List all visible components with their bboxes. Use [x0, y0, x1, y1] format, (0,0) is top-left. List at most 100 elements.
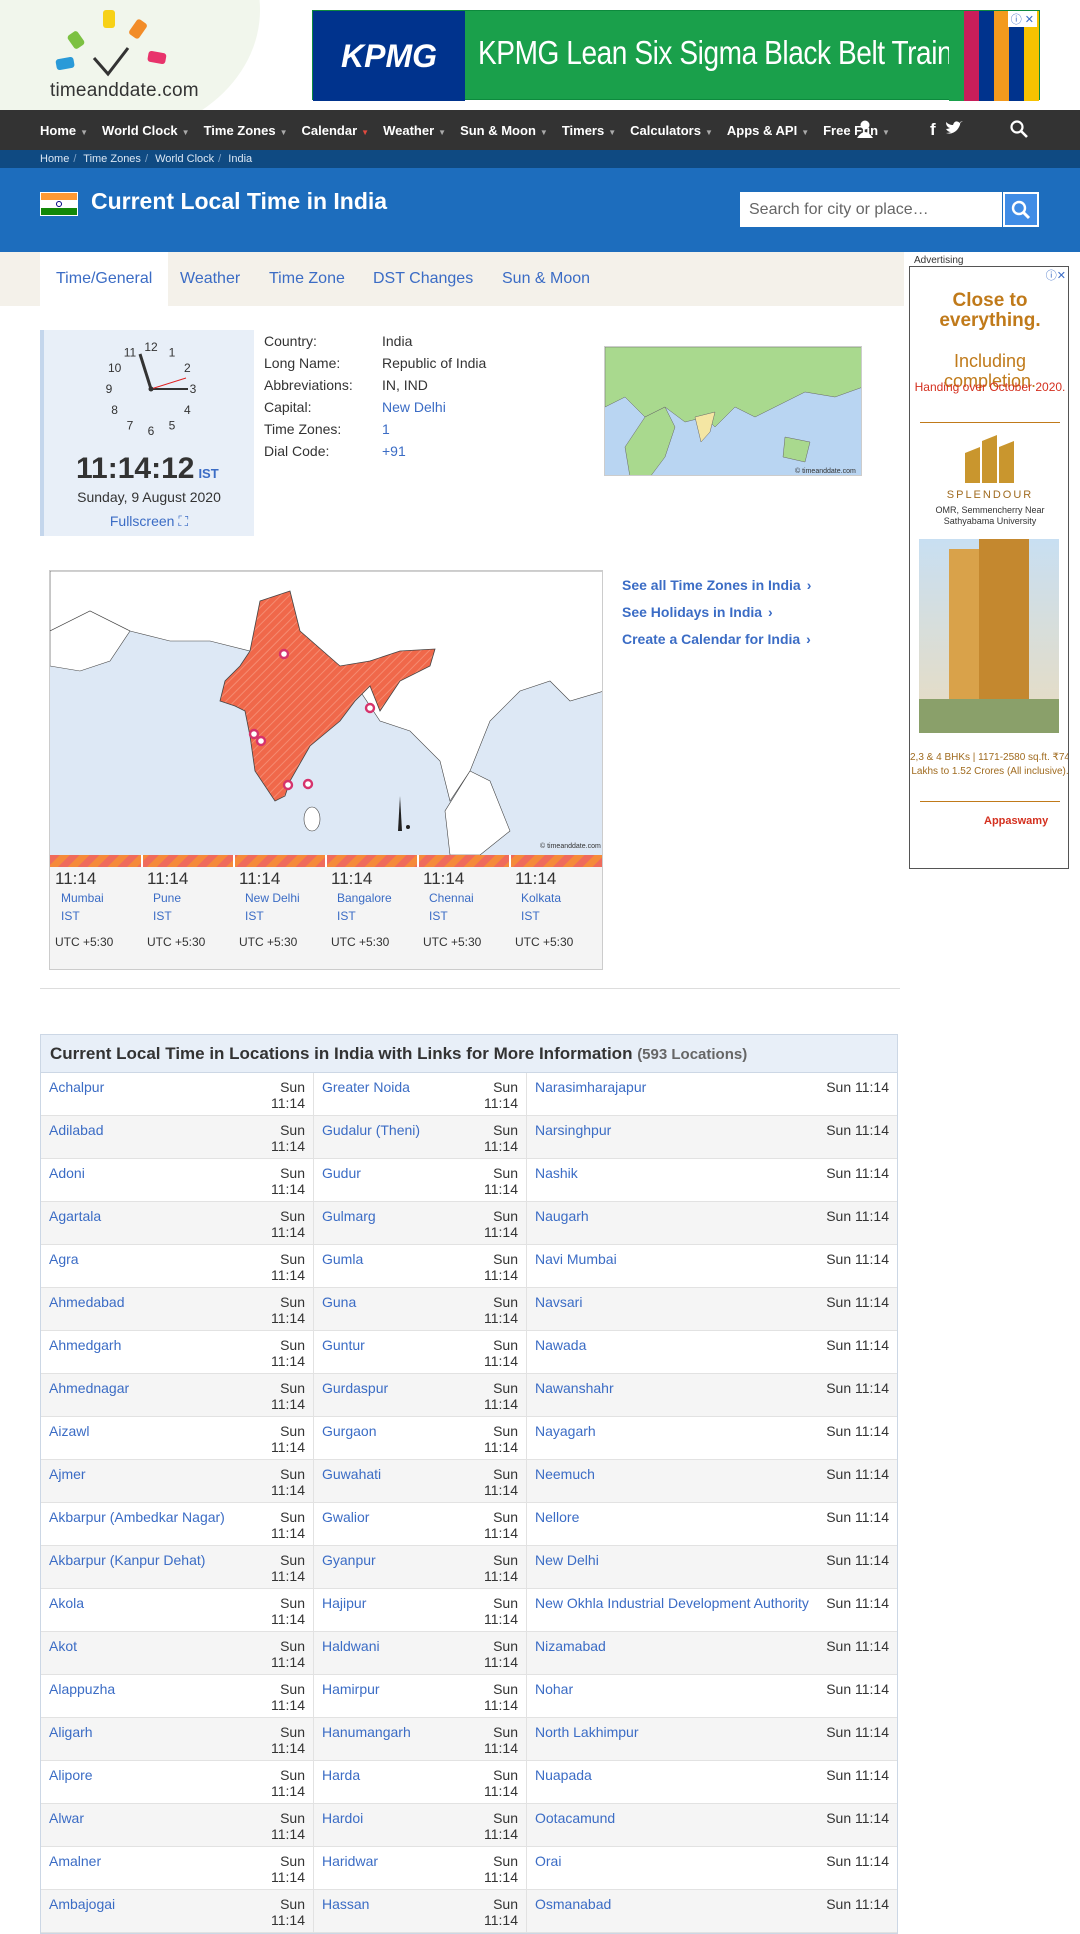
location-link[interactable]: Ahmedgarh	[49, 1337, 265, 1373]
link-all-time-zones[interactable]: See all Time Zones in India ›	[622, 572, 811, 599]
city-tz[interactable]: IST	[61, 907, 147, 925]
fullscreen-link[interactable]: Fullscreen ⛶	[44, 513, 254, 530]
location-link[interactable]: Ootacamund	[535, 1810, 826, 1846]
top-advertisement[interactable]: KPMG KPMG Lean Six Sigma Black Belt Trai…	[312, 10, 1040, 101]
tab-time-general[interactable]: Time/General	[40, 252, 169, 306]
location-link[interactable]: Navsari	[535, 1294, 826, 1330]
ad-choices-icon[interactable]: ⓘ ✕	[1007, 11, 1037, 27]
location-link[interactable]: Adilabad	[49, 1122, 265, 1158]
location-link[interactable]: Ambajogai	[49, 1896, 265, 1932]
location-link[interactable]: Nashik	[535, 1165, 826, 1201]
location-link[interactable]: Gudur	[322, 1165, 478, 1201]
world-map[interactable]: © timeanddate.com	[604, 346, 862, 476]
tab-weather[interactable]: Weather	[180, 252, 240, 306]
location-link[interactable]: Alipore	[49, 1767, 265, 1803]
location-link[interactable]: Akola	[49, 1595, 265, 1631]
location-link[interactable]: Narsinghpur	[535, 1122, 826, 1158]
side-advertisement[interactable]: ⓘ✕ Close to everything. Including comple…	[909, 266, 1069, 869]
location-link[interactable]: New Okhla Industrial Development Authori…	[535, 1595, 826, 1631]
location-link[interactable]: Adoni	[49, 1165, 265, 1201]
location-link[interactable]: Hassan	[322, 1896, 478, 1932]
breadcrumb-time-zones[interactable]: Time Zones	[83, 153, 141, 165]
location-link[interactable]: Guwahati	[322, 1466, 478, 1502]
location-link[interactable]: Alwar	[49, 1810, 265, 1846]
location-link[interactable]: Nellore	[535, 1509, 826, 1545]
city-name-link[interactable]: Bangalore	[337, 889, 423, 907]
india-map[interactable]: © timeanddate.com	[50, 571, 603, 855]
tab-sun-moon[interactable]: Sun & Moon	[502, 252, 590, 306]
location-link[interactable]: Nizamabad	[535, 1638, 826, 1674]
city-name-link[interactable]: Pune	[153, 889, 239, 907]
nav-apps-api[interactable]: Apps & API ▼	[727, 123, 809, 138]
location-link[interactable]: Guna	[322, 1294, 478, 1330]
location-link[interactable]: Hajipur	[322, 1595, 478, 1631]
ad-choices-icon[interactable]: ⓘ✕	[1046, 267, 1066, 283]
location-link[interactable]: Orai	[535, 1853, 826, 1889]
location-link[interactable]: Gumla	[322, 1251, 478, 1287]
search-input[interactable]: Search for city or place…	[740, 192, 1002, 227]
location-link[interactable]: Nuapada	[535, 1767, 826, 1803]
location-link[interactable]: Nayagarh	[535, 1423, 826, 1459]
breadcrumb-home[interactable]: Home	[40, 153, 69, 165]
nav-weather[interactable]: Weather ▼	[383, 123, 446, 138]
location-link[interactable]: Gurdaspur	[322, 1380, 478, 1416]
location-link[interactable]: Narasimharajapur	[535, 1079, 826, 1115]
location-link[interactable]: Naugarh	[535, 1208, 826, 1244]
link-create-calendar[interactable]: Create a Calendar for India ›	[622, 626, 811, 653]
city-tz[interactable]: IST	[429, 907, 515, 925]
location-link[interactable]: Ajmer	[49, 1466, 265, 1502]
tab-dst-changes[interactable]: DST Changes	[373, 252, 473, 306]
city-tz[interactable]: IST	[153, 907, 239, 925]
city-name-link[interactable]: Chennai	[429, 889, 515, 907]
search-icon[interactable]	[1010, 120, 1028, 143]
city-name-link[interactable]: Mumbai	[61, 889, 147, 907]
location-link[interactable]: Nawanshahr	[535, 1380, 826, 1416]
location-link[interactable]: Aizawl	[49, 1423, 265, 1459]
location-link[interactable]: Akot	[49, 1638, 265, 1674]
location-link[interactable]: Hanumangarh	[322, 1724, 478, 1760]
info-value[interactable]: +91	[382, 440, 406, 462]
location-link[interactable]: Gurgaon	[322, 1423, 478, 1459]
tab-time-zone[interactable]: Time Zone	[269, 252, 345, 306]
search-button[interactable]	[1003, 192, 1039, 227]
nav-home[interactable]: Home ▼	[40, 123, 88, 138]
link-holidays[interactable]: See Holidays in India ›	[622, 599, 811, 626]
location-link[interactable]: Gwalior	[322, 1509, 478, 1545]
site-logo[interactable]: timeanddate.com	[48, 10, 238, 102]
city-tz[interactable]: IST	[521, 907, 602, 925]
nav-timers[interactable]: Timers ▼	[562, 123, 616, 138]
location-link[interactable]: Haldwani	[322, 1638, 478, 1674]
location-link[interactable]: Guntur	[322, 1337, 478, 1373]
location-link[interactable]: Agartala	[49, 1208, 265, 1244]
city-tz[interactable]: IST	[337, 907, 423, 925]
location-link[interactable]: Navi Mumbai	[535, 1251, 826, 1287]
city-name-link[interactable]: New Delhi	[245, 889, 331, 907]
location-link[interactable]: Alappuzha	[49, 1681, 265, 1717]
location-link[interactable]: Greater Noida	[322, 1079, 478, 1115]
nav-calculators[interactable]: Calculators ▼	[630, 123, 713, 138]
city-name-link[interactable]: Kolkata	[521, 889, 602, 907]
nav-sun-moon[interactable]: Sun & Moon ▼	[460, 123, 548, 138]
breadcrumb-india[interactable]: India	[228, 153, 252, 165]
location-link[interactable]: Nohar	[535, 1681, 826, 1717]
location-link[interactable]: Haridwar	[322, 1853, 478, 1889]
location-link[interactable]: North Lakhimpur	[535, 1724, 826, 1760]
location-link[interactable]: Neemuch	[535, 1466, 826, 1502]
location-link[interactable]: Agra	[49, 1251, 265, 1287]
location-link[interactable]: Akbarpur (Kanpur Dehat)	[49, 1552, 265, 1588]
location-link[interactable]: Amalner	[49, 1853, 265, 1889]
nav-world-clock[interactable]: World Clock ▼	[102, 123, 190, 138]
breadcrumb-world-clock[interactable]: World Clock	[155, 153, 214, 165]
nav-calendar[interactable]: Calendar ▼	[302, 123, 370, 138]
location-link[interactable]: Nawada	[535, 1337, 826, 1373]
location-link[interactable]: Akbarpur (Ambedkar Nagar)	[49, 1509, 265, 1545]
twitter-icon[interactable]	[945, 120, 963, 141]
city-tz[interactable]: IST	[245, 907, 331, 925]
location-link[interactable]: Gulmarg	[322, 1208, 478, 1244]
location-link[interactable]: Osmanabad	[535, 1896, 826, 1932]
user-icon[interactable]	[856, 120, 874, 143]
info-value[interactable]: New Delhi	[382, 396, 446, 418]
location-link[interactable]: Ahmedabad	[49, 1294, 265, 1330]
location-link[interactable]: Hamirpur	[322, 1681, 478, 1717]
location-link[interactable]: New Delhi	[535, 1552, 826, 1588]
